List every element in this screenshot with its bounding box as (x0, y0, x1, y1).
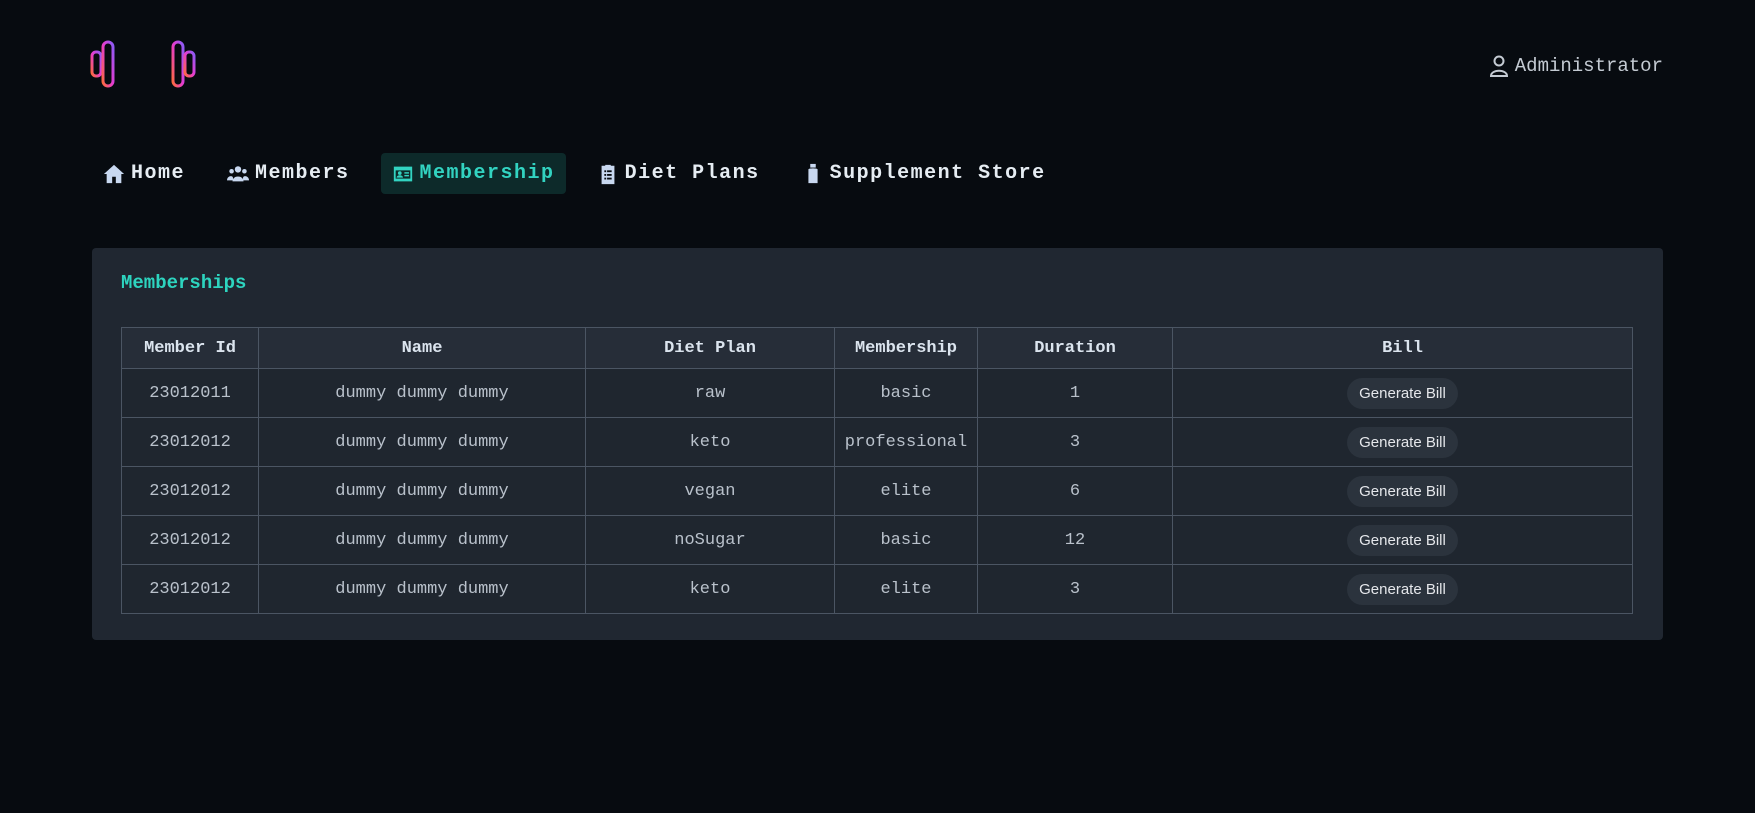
table-row: 23012011 dummy dummy dummy raw basic 1 G… (121, 368, 1633, 418)
clipboard-icon (601, 164, 614, 184)
nav-item-membership[interactable]: Membership (380, 153, 566, 194)
generate-bill-button[interactable]: Generate Bill (1347, 524, 1458, 556)
column-header: Membership (834, 327, 978, 369)
duration-cell: 3 (977, 564, 1173, 614)
member-id-cell: 23012012 (121, 466, 259, 516)
generate-bill-button[interactable]: Generate Bill (1347, 426, 1458, 458)
duration-cell: 1 (977, 368, 1173, 418)
generate-bill-button[interactable]: Generate Bill (1347, 377, 1458, 409)
dumbbell-icon[interactable] (90, 38, 210, 90)
membership-cell: basic (834, 515, 978, 565)
name-cell: dummy dummy dummy (258, 515, 586, 565)
membership-cell: elite (834, 564, 978, 614)
nav-item-label: Supplement Store (829, 162, 1046, 185)
memberships-card: Memberships Member Id Name Diet Plan Mem… (92, 248, 1663, 640)
diet-plan-cell: vegan (585, 466, 835, 516)
nav-item-home[interactable]: Home (92, 153, 196, 194)
duration-cell: 6 (977, 466, 1173, 516)
card-title: Memberships (121, 272, 247, 294)
user-menu[interactable]: Administrator (1489, 55, 1663, 77)
name-cell: dummy dummy dummy (258, 466, 586, 516)
column-header: Duration (977, 327, 1173, 369)
column-header: Bill (1172, 327, 1633, 369)
column-header: Diet Plan (585, 327, 835, 369)
header: Administrator (0, 0, 1755, 120)
nav-item-supplement-store[interactable]: Supplement Store (791, 153, 1057, 194)
diet-plan-cell: keto (585, 564, 835, 614)
bottle-icon (808, 163, 818, 183)
nav-item-label: Members (255, 162, 350, 185)
bill-cell: Generate Bill (1172, 515, 1633, 565)
user-name: Administrator (1514, 55, 1663, 77)
table-header-row: Member Id Name Diet Plan Membership Dura… (121, 327, 1633, 369)
bill-cell: Generate Bill (1172, 466, 1633, 516)
nav-item-label: Diet Plans (624, 162, 760, 185)
membership-cell: basic (834, 368, 978, 418)
diet-plan-cell: keto (585, 417, 835, 467)
duration-cell: 3 (977, 417, 1173, 467)
member-id-cell: 23012011 (121, 368, 259, 418)
bill-cell: Generate Bill (1172, 564, 1633, 614)
member-id-cell: 23012012 (121, 417, 259, 467)
id-card-icon (393, 166, 412, 181)
users-icon (227, 165, 250, 181)
bill-cell: Generate Bill (1172, 368, 1633, 418)
table-row: 23012012 dummy dummy dummy keto professi… (121, 417, 1633, 467)
column-header: Member Id (121, 327, 259, 369)
name-cell: dummy dummy dummy (258, 417, 586, 467)
nav-item-members[interactable]: Members (216, 153, 361, 194)
name-cell: dummy dummy dummy (258, 564, 586, 614)
main-nav: Home Members Membership Diet Plans Suppl… (92, 153, 1057, 194)
generate-bill-button[interactable]: Generate Bill (1347, 573, 1458, 605)
member-id-cell: 23012012 (121, 515, 259, 565)
membership-cell: professional (834, 417, 978, 467)
name-cell: dummy dummy dummy (258, 368, 586, 418)
nav-item-label: Membership (419, 162, 555, 185)
nav-item-diet-plans[interactable]: Diet Plans (586, 153, 771, 194)
membership-cell: elite (834, 466, 978, 516)
user-icon (1489, 55, 1508, 77)
table-row: 23012012 dummy dummy dummy vegan elite 6… (121, 466, 1633, 516)
column-header: Name (258, 327, 586, 369)
duration-cell: 12 (977, 515, 1173, 565)
bill-cell: Generate Bill (1172, 417, 1633, 467)
memberships-table: Member Id Name Diet Plan Membership Dura… (121, 327, 1633, 614)
member-id-cell: 23012012 (121, 564, 259, 614)
generate-bill-button[interactable]: Generate Bill (1347, 475, 1458, 507)
diet-plan-cell: noSugar (585, 515, 835, 565)
table-row: 23012012 dummy dummy dummy keto elite 3 … (121, 564, 1633, 614)
nav-item-label: Home (131, 162, 186, 185)
table-row: 23012012 dummy dummy dummy noSugar basic… (121, 515, 1633, 565)
diet-plan-cell: raw (585, 368, 835, 418)
home-icon (103, 164, 125, 183)
